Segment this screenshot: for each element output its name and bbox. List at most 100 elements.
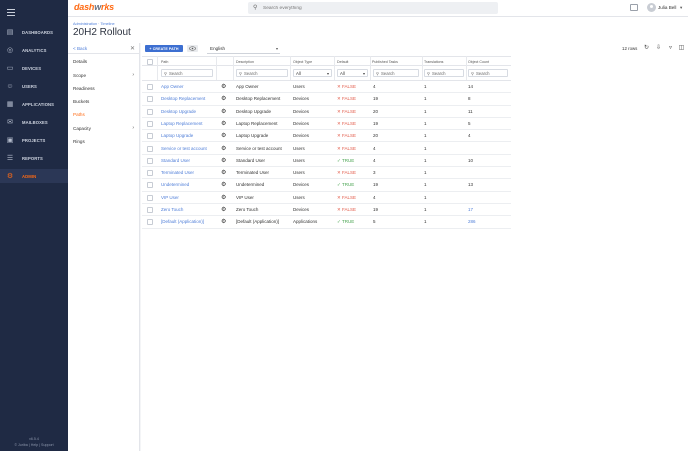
- gear-icon[interactable]: ⚙: [221, 145, 227, 152]
- table-row[interactable]: Laptop Upgrade ⚙ Laptop Upgrade Devices ✕ FA…: [142, 130, 511, 143]
- refresh-icon[interactable]: ↻: [643, 45, 650, 52]
- table-row[interactable]: App Owner ⚙ App Owner Users ✕ FALSE 4 1 14: [142, 81, 511, 94]
- subnav-item-buckets[interactable]: Buckets: [68, 97, 140, 107]
- row-checkbox[interactable]: [147, 96, 153, 103]
- create-path-button[interactable]: + CREATE PATH: [145, 45, 183, 52]
- column-header-object-count[interactable]: Object Count: [468, 60, 489, 64]
- object-type-filter-select[interactable]: All ▾: [293, 69, 332, 77]
- path-link[interactable]: Service or test account: [161, 146, 207, 151]
- path-link[interactable]: Undetermined: [161, 182, 189, 187]
- subnav-item-scope[interactable]: Scope ›: [68, 71, 140, 81]
- row-checkbox[interactable]: [147, 157, 153, 164]
- path-filter-input[interactable]: ⚲ Search: [161, 69, 213, 77]
- view-toggle-button[interactable]: [187, 45, 198, 52]
- translations-filter-input[interactable]: ⚲ Search: [424, 69, 464, 77]
- user-name[interactable]: Julia Bell: [658, 5, 676, 10]
- column-header-object-type[interactable]: Object Type: [293, 60, 312, 64]
- row-checkbox[interactable]: [147, 219, 153, 226]
- avatar[interactable]: [647, 3, 656, 12]
- row-checkbox[interactable]: [147, 133, 153, 140]
- table-row[interactable]: Service or test account ⚙ Service or test …: [142, 143, 511, 155]
- table-row[interactable]: Laptop Replacement ⚙ Laptop Replacement Dev…: [142, 118, 511, 131]
- gear-icon[interactable]: ⚙: [221, 194, 227, 201]
- nav-item-projects[interactable]: ▣ PROJECTS: [0, 133, 68, 147]
- object-count-filter-input[interactable]: ⚲ Search: [468, 69, 508, 77]
- subnav-item-rings[interactable]: Rings: [68, 137, 140, 147]
- subnav-item-readiness[interactable]: Readiness: [68, 84, 140, 94]
- language-select[interactable]: English ▾: [207, 44, 280, 54]
- subnav-item-details[interactable]: Details: [68, 57, 140, 67]
- description-filter-input[interactable]: ⚲ Search: [236, 69, 288, 77]
- gear-icon[interactable]: ⚙: [221, 120, 227, 127]
- object-count-cell[interactable]: 17: [468, 207, 473, 212]
- close-icon[interactable]: ✕: [130, 45, 135, 52]
- chat-icon[interactable]: [630, 4, 638, 11]
- column-header-default[interactable]: Default: [337, 60, 348, 64]
- hamburger-menu-icon[interactable]: [7, 9, 15, 18]
- table-row[interactable]: Desktop Replacement ⚙ Desktop Replacement D…: [142, 93, 511, 106]
- search-input[interactable]: [263, 5, 463, 11]
- table-row[interactable]: Undetermined ⚙ Undetermined Devices ✓ TRUE 19…: [142, 179, 511, 192]
- gear-icon[interactable]: ⚙: [221, 108, 227, 115]
- nav-item-dashboards[interactable]: ▤ DASHBOARDS: [0, 25, 68, 39]
- subnav-item-capacity[interactable]: Capacity ›: [68, 124, 140, 134]
- gear-icon[interactable]: ⚙: [221, 218, 227, 225]
- column-header-translations[interactable]: Translations: [424, 60, 443, 64]
- gear-icon[interactable]: ⚙: [221, 157, 227, 164]
- row-checkbox[interactable]: [147, 108, 153, 115]
- download-icon[interactable]: ⇩: [655, 45, 662, 52]
- gear-icon[interactable]: ⚙: [221, 181, 227, 188]
- path-link[interactable]: Standard User: [161, 158, 190, 163]
- gear-icon[interactable]: ⚙: [221, 132, 227, 139]
- path-link[interactable]: Terminated User: [161, 170, 194, 175]
- column-header-path[interactable]: Path: [161, 60, 168, 64]
- gear-icon[interactable]: ⚙: [221, 206, 227, 213]
- dashworks-logo[interactable]: dashwrks: [74, 2, 114, 12]
- row-checkbox[interactable]: [147, 170, 153, 177]
- table-row[interactable]: VIP User ⚙ VIP User Users ✕ FALSE 4 1: [142, 192, 511, 204]
- nav-item-mailboxes[interactable]: ✉ MAILBOXES: [0, 115, 68, 129]
- footer-links[interactable]: © Juriba | Help | Support: [0, 443, 68, 447]
- nav-item-admin[interactable]: ⚙ ADMIN: [0, 169, 68, 183]
- gear-icon[interactable]: ⚙: [221, 95, 227, 102]
- column-header-published-tasks[interactable]: Published Tasks: [372, 60, 398, 64]
- filter-icon[interactable]: ▿: [667, 45, 674, 52]
- table-row[interactable]: [Default (Application)] ⚙ [Default (Applic…: [142, 216, 511, 229]
- object-count-cell[interactable]: 286: [468, 219, 476, 224]
- column-header-description[interactable]: Description: [236, 60, 254, 64]
- select-all-checkbox[interactable]: [147, 59, 153, 65]
- subnav-item-paths[interactable]: Paths: [68, 110, 140, 120]
- row-checkbox[interactable]: [147, 194, 153, 201]
- table-row[interactable]: Standard User ⚙ Standard User Users ✓ TRUE 4 1…: [142, 155, 511, 168]
- table-row[interactable]: Terminated User ⚙ Terminated User Users ✕ FA…: [142, 167, 511, 180]
- nav-item-applications[interactable]: ▦ APPLICATIONS: [0, 97, 68, 111]
- nav-item-analytics[interactable]: ◎ ANALYTICS: [0, 43, 68, 57]
- gear-icon[interactable]: ⚙: [221, 169, 227, 176]
- published-tasks-filter-input[interactable]: ⚲ Search: [373, 69, 419, 77]
- path-link[interactable]: [Default (Application)]: [161, 219, 204, 224]
- breadcrumb[interactable]: Administration · Timeline: [73, 22, 115, 26]
- row-checkbox[interactable]: [147, 145, 153, 152]
- nav-item-users[interactable]: ☺ USERS: [0, 79, 68, 93]
- row-checkbox[interactable]: [147, 84, 153, 90]
- chevron-down-icon[interactable]: ▾: [680, 5, 682, 11]
- default-filter-select[interactable]: All ▾: [337, 69, 368, 77]
- row-checkbox[interactable]: [147, 182, 153, 189]
- path-link[interactable]: Laptop Upgrade: [161, 133, 193, 138]
- path-link[interactable]: Desktop Replacement: [161, 96, 205, 101]
- path-link[interactable]: Desktop Upgrade: [161, 109, 196, 114]
- path-link[interactable]: VIP User: [161, 195, 179, 200]
- global-search[interactable]: ⚲: [248, 2, 498, 14]
- row-checkbox[interactable]: [147, 207, 153, 213]
- table-row[interactable]: Desktop Upgrade ⚙ Desktop Upgrade Devices ✕ …: [142, 106, 511, 118]
- nav-item-devices[interactable]: ▭ DEVICES: [0, 61, 68, 75]
- columns-icon[interactable]: ◫: [678, 45, 685, 52]
- nav-item-reports[interactable]: ☰ REPORTS: [0, 151, 68, 165]
- table-row[interactable]: Zero Touch ⚙ Zero Touch Devices ✕ FALSE 19 1 17: [142, 204, 511, 217]
- back-link[interactable]: < Back: [73, 46, 87, 51]
- path-link[interactable]: App Owner: [161, 84, 184, 89]
- row-checkbox[interactable]: [147, 120, 153, 127]
- gear-icon[interactable]: ⚙: [221, 83, 227, 90]
- path-link[interactable]: Laptop Replacement: [161, 121, 203, 126]
- path-link[interactable]: Zero Touch: [161, 207, 183, 212]
